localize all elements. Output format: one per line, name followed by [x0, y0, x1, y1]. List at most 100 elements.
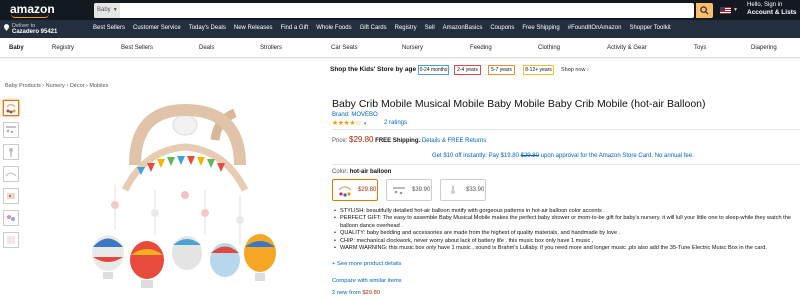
category-strollers[interactable]: Strollers	[260, 45, 282, 51]
category-car-seats[interactable]: Car Seats	[331, 45, 358, 51]
us-flag-icon[interactable]	[720, 7, 731, 14]
category-registry[interactable]: Registry	[52, 45, 74, 51]
feature-bullet: WARM WARNING: this music box only have 1…	[332, 245, 800, 253]
mobile-thumbnail-icon	[9, 148, 13, 157]
free-shipping-label: FREE Shipping.	[375, 138, 421, 144]
thumbnail[interactable]	[3, 100, 19, 116]
price-row: Price: $29.80 FREE Shipping. Details & F…	[332, 135, 487, 144]
age-5-7-years[interactable]: 5-7 years	[488, 65, 515, 75]
store-card-promo[interactable]: Get $10 off instantly: Pay $19.80 $29.80…	[432, 153, 694, 159]
thumbnail[interactable]	[3, 122, 19, 138]
compare-similar-link[interactable]: Compare with similar items	[332, 278, 402, 284]
see-more-details-link[interactable]: + See more product details	[332, 261, 401, 267]
age-0-24-months[interactable]: 0-24 months	[418, 65, 449, 75]
nav-link[interactable]: Coupons	[490, 25, 514, 31]
new-offers-link[interactable]: 2 new from $29.80	[332, 290, 380, 296]
search-bar[interactable]: Baby ▼	[94, 3, 694, 18]
thumbnail-strip	[3, 100, 19, 254]
mobile-thumbnail-icon	[6, 126, 16, 134]
nav-link[interactable]: Find a Gift	[281, 25, 309, 31]
mobile-thumbnail-icon	[7, 215, 15, 221]
category-bar: Baby Registry Best Sellers Deals Strolle…	[0, 38, 800, 58]
details-link[interactable]: Details	[422, 138, 440, 144]
main-product-image[interactable]	[75, 95, 300, 299]
nav-links: Best Sellers Customer Service Today's De…	[93, 25, 671, 31]
mobile-thumbnail-icon	[7, 193, 15, 199]
account-lists-label: Account & Lists	[747, 9, 797, 16]
nav-link[interactable]: Shopper Toolkit	[629, 25, 670, 31]
nav-link[interactable]: Sell	[425, 25, 435, 31]
feature-bullet: PERFECT GIFT: The easy to assemble Baby …	[332, 215, 800, 230]
category-toys[interactable]: Toys	[694, 45, 706, 51]
color-swatch-hot-air-balloon[interactable]: $29.80	[332, 179, 378, 201]
thumbnail[interactable]	[3, 188, 19, 204]
color-swatch-2[interactable]: $39.90	[386, 179, 432, 201]
divider	[332, 164, 800, 165]
search-icon	[700, 6, 709, 15]
breadcrumb-item[interactable]: Baby Products	[5, 83, 41, 89]
shop-now-link[interactable]: Shop now ›	[561, 67, 589, 73]
top-nav: amazon Baby ▼ ▼ Hello, Sign in Account & …	[0, 0, 800, 20]
mobile-thumbnail-icon	[5, 172, 17, 177]
location-pin-icon	[4, 24, 9, 31]
category-nursery[interactable]: Nursery	[402, 45, 423, 51]
feature-bullets: STYLISH: beautifully detailed hot-air ba…	[332, 208, 800, 253]
feature-bullet: CHIP: mechanical clockwork, never worry …	[332, 238, 800, 246]
swatch-image-icon	[338, 186, 352, 197]
mobile-thumbnail-icon	[6, 103, 16, 114]
divider	[332, 129, 800, 130]
color-swatch-3[interactable]: $33.90	[440, 179, 486, 201]
thumbnail[interactable]	[3, 166, 19, 182]
crib-mobile-image	[92, 103, 276, 288]
nav-link[interactable]: Best Sellers	[93, 25, 125, 31]
age-2-4-years[interactable]: 2-4 years	[454, 65, 481, 75]
category-clothing[interactable]: Clothing	[538, 45, 560, 51]
deliver-to[interactable]: Deliver to Cazadero 95421	[12, 23, 57, 35]
category-diapering[interactable]: Diapering	[751, 45, 777, 51]
breadcrumb-item[interactable]: Nursery	[46, 83, 65, 89]
swatch-price: $33.90	[466, 187, 485, 193]
nav-link[interactable]: Free Shipping	[522, 25, 559, 31]
signin-greeting: Hello, Sign in	[747, 2, 783, 8]
nav-link[interactable]: New Releases	[234, 25, 273, 31]
age-8-12-years[interactable]: 8-12+ years	[523, 65, 554, 75]
category-baby[interactable]: Baby	[9, 45, 24, 51]
category-feeding[interactable]: Feeding	[470, 45, 492, 51]
nav-link[interactable]: Registry	[395, 25, 417, 31]
swatch-image-icon	[451, 186, 455, 194]
amazon-smile-icon	[11, 14, 49, 18]
category-deals[interactable]: Deals	[199, 45, 214, 51]
search-button[interactable]	[696, 3, 713, 18]
ratings-count-link[interactable]: 2 ratings	[384, 120, 407, 126]
secondary-nav: Deliver to Cazadero 95421 Best Sellers C…	[0, 20, 800, 38]
category-best-sellers[interactable]: Best Sellers	[121, 45, 153, 51]
nav-link[interactable]: Customer Service	[133, 25, 181, 31]
chevron-down-icon: ▼	[733, 7, 738, 13]
category-activity-gear[interactable]: Activity & Gear	[607, 45, 647, 51]
swatch-price: $29.80	[358, 187, 377, 193]
nav-link[interactable]: #FoundItOnAmazon	[568, 25, 622, 31]
nav-link[interactable]: Today's Deals	[189, 25, 226, 31]
feature-bullet: QUALITY: baby bedding and accessories ar…	[332, 230, 800, 238]
product-title: Baby Crib Mobile Musical Mobile Baby Mob…	[332, 98, 706, 110]
feature-bullet: STYLISH: beautifully detailed hot-air ba…	[332, 208, 800, 216]
breadcrumb-item[interactable]: Décor	[70, 83, 85, 89]
price-value: $29.80	[349, 135, 374, 144]
breadcrumb-item[interactable]: Mobiles	[89, 83, 108, 89]
breadcrumb: Baby Products › Nursery › Décor › Mobile…	[5, 83, 109, 89]
mobile-thumbnail-icon	[7, 236, 15, 244]
free-returns-link[interactable]: & FREE Returns	[442, 138, 486, 144]
nav-link[interactable]: Gift Cards	[360, 25, 387, 31]
thumbnail[interactable]	[3, 210, 19, 226]
swatch-price: $39.90	[412, 187, 431, 193]
thumbnail[interactable]	[3, 144, 19, 160]
nav-link[interactable]: AmazonBasics	[443, 25, 483, 31]
thumbnail[interactable]	[3, 232, 19, 248]
star-rating-icon[interactable]: ★★★★☆ ▼	[332, 119, 367, 127]
nav-link[interactable]: Whole Foods	[316, 25, 351, 31]
account-menu[interactable]: Hello, Sign in Account & Lists	[747, 2, 796, 16]
brand-link[interactable]: Brand: MOVEBO	[332, 112, 378, 118]
kids-store-title: Shop the Kids' Store by age	[330, 66, 417, 73]
color-value: hot-air balloon	[349, 169, 392, 175]
search-department-select[interactable]: Baby ▼	[94, 3, 120, 18]
